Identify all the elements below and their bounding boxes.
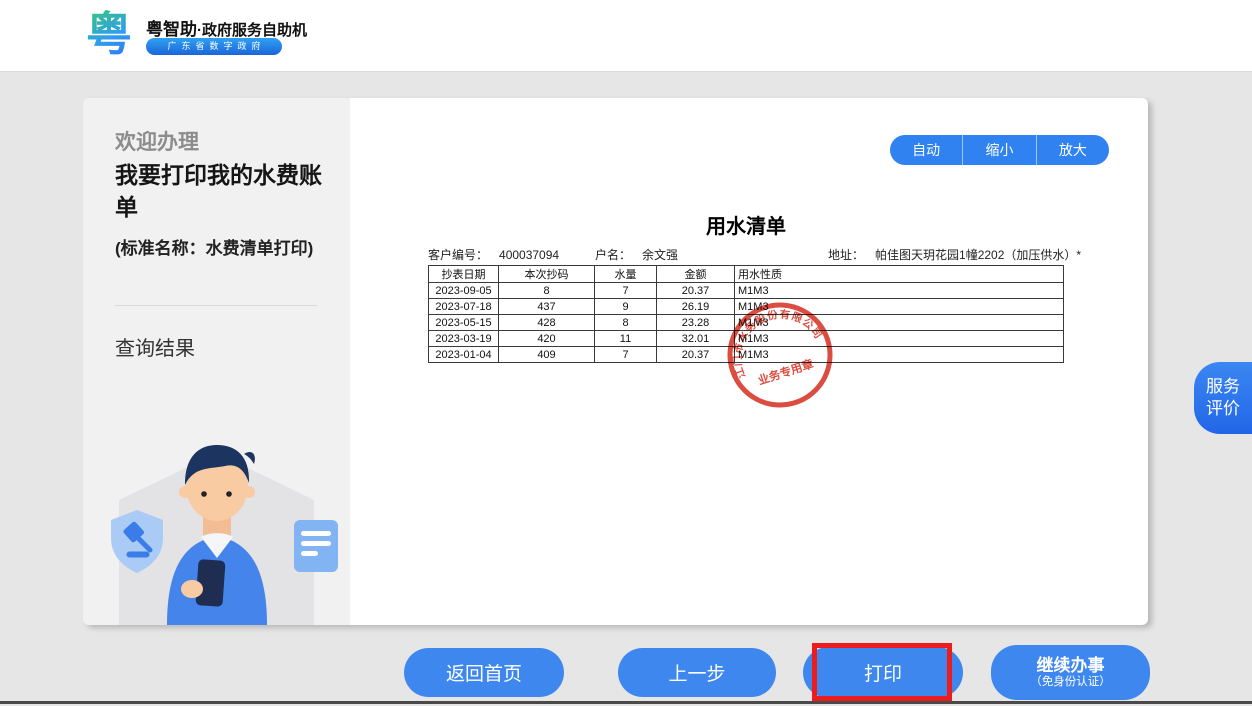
table-row: 2023-07-18437926.19M1M3 [429, 299, 1064, 315]
table-cell: 7 [595, 347, 657, 363]
table-cell: 2023-05-15 [429, 315, 499, 331]
water-usage-table: 抄表日期本次抄码水量金额用水性质 2023-09-058720.37M1M320… [428, 265, 1064, 363]
table-cell: 32.01 [657, 331, 735, 347]
brand-subtitle-badge: 广东省数字政府 [146, 38, 282, 55]
column-header: 金额 [657, 266, 735, 283]
table-row: 2023-03-194201132.01M1M3 [429, 331, 1064, 347]
continue-service-button[interactable]: 继续办事 （免身份认证） [991, 645, 1150, 700]
table-row: 2023-09-058720.37M1M3 [429, 283, 1064, 299]
table-row: 2023-05-15428823.28M1M3 [429, 315, 1064, 331]
zoom-control-group: 自动 缩小 放大 [890, 135, 1109, 165]
sidebar: 欢迎办理 我要打印我的水费账单 (标准名称：水费清单打印) 查询结果 [83, 98, 350, 625]
table-cell: 20.37 [657, 347, 735, 363]
document-info-row: 客户编号：400037094 户名：余文强 地址：帕佳图天玥花园1幢2202（加… [428, 246, 1064, 262]
auto-fit-button[interactable]: 自动 [890, 135, 962, 165]
table-cell: M1M3 [735, 299, 1064, 315]
column-header: 用水性质 [735, 266, 1064, 283]
brand-title: 粤智助·政府服务自助机 [146, 15, 307, 40]
rating-tab-line2: 评价 [1206, 398, 1240, 420]
table-cell: 2023-07-18 [429, 299, 499, 315]
yue-logo-icon: 粤 [86, 6, 132, 62]
water-table-body: 2023-09-058720.37M1M32023-07-18437926.19… [429, 283, 1064, 363]
table-cell: 23.28 [657, 315, 735, 331]
table-cell: 20.37 [657, 283, 735, 299]
rating-tab-line1: 服务 [1206, 376, 1240, 398]
table-cell: 2023-09-05 [429, 283, 499, 299]
welcome-label: 欢迎办理 [115, 126, 199, 156]
standard-name-label: (标准名称：水费清单打印) [115, 238, 327, 260]
customer-number: 客户编号：400037094 [428, 246, 559, 263]
person-illustration [89, 425, 344, 625]
previous-step-button[interactable]: 上一步 [618, 648, 776, 697]
table-row: 2023-01-04409720.37M1M3 [429, 347, 1064, 363]
brand-name: 粤智助 [146, 20, 197, 39]
table-cell: 8 [595, 315, 657, 331]
address: 地址：帕佳图天玥花园1幢2202（加压供水）* [828, 246, 1081, 263]
table-cell: M1M3 [735, 283, 1064, 299]
column-header: 抄表日期 [429, 266, 499, 283]
main-panel: 欢迎办理 我要打印我的水费账单 (标准名称：水费清单打印) 查询结果 [83, 98, 1148, 625]
table-cell: 11 [595, 331, 657, 347]
document-lines-icon [294, 520, 338, 572]
table-cell: 409 [499, 347, 595, 363]
query-result-label: 查询结果 [115, 332, 195, 361]
table-cell: 2023-03-19 [429, 331, 499, 347]
table-cell: 7 [595, 283, 657, 299]
table-cell: 428 [499, 315, 595, 331]
table-cell: M1M3 [735, 331, 1064, 347]
table-cell: 8 [499, 283, 595, 299]
return-home-button[interactable]: 返回首页 [404, 648, 564, 697]
table-cell: 420 [499, 331, 595, 347]
table-cell: M1M3 [735, 315, 1064, 331]
table-cell: 26.19 [657, 299, 735, 315]
zoom-in-button[interactable]: 放大 [1036, 135, 1109, 165]
continue-sublabel: （免身份认证） [991, 676, 1150, 689]
top-bar: 粤 粤智助·政府服务自助机 广东省数字政府 [0, 0, 1252, 72]
column-header: 水量 [595, 266, 657, 283]
table-cell: 437 [499, 299, 595, 315]
table-cell: 9 [595, 299, 657, 315]
table-cell: 2023-01-04 [429, 347, 499, 363]
table-cell: M1M3 [735, 347, 1064, 363]
water-table-head-row: 抄表日期本次抄码水量金额用水性质 [429, 266, 1064, 283]
service-rating-tab[interactable]: 服务 评价 [1194, 362, 1252, 434]
brand-suffix: ·政府服务自助机 [197, 22, 307, 39]
zoom-out-button[interactable]: 缩小 [962, 135, 1035, 165]
column-header: 本次抄码 [499, 266, 595, 283]
divider [115, 305, 317, 306]
document-title: 用水清单 [428, 210, 1064, 239]
document-preview: 用水清单 客户编号：400037094 户名：余文强 地址：帕佳图天玥花园1幢2… [428, 210, 1064, 363]
service-title: 我要打印我的水费账单 [115, 160, 327, 223]
screen-bottom-edge [0, 701, 1252, 704]
account-holder: 户名：余文强 [595, 246, 678, 263]
print-button[interactable]: 打印 [803, 647, 963, 698]
continue-label: 继续办事 [991, 656, 1150, 676]
